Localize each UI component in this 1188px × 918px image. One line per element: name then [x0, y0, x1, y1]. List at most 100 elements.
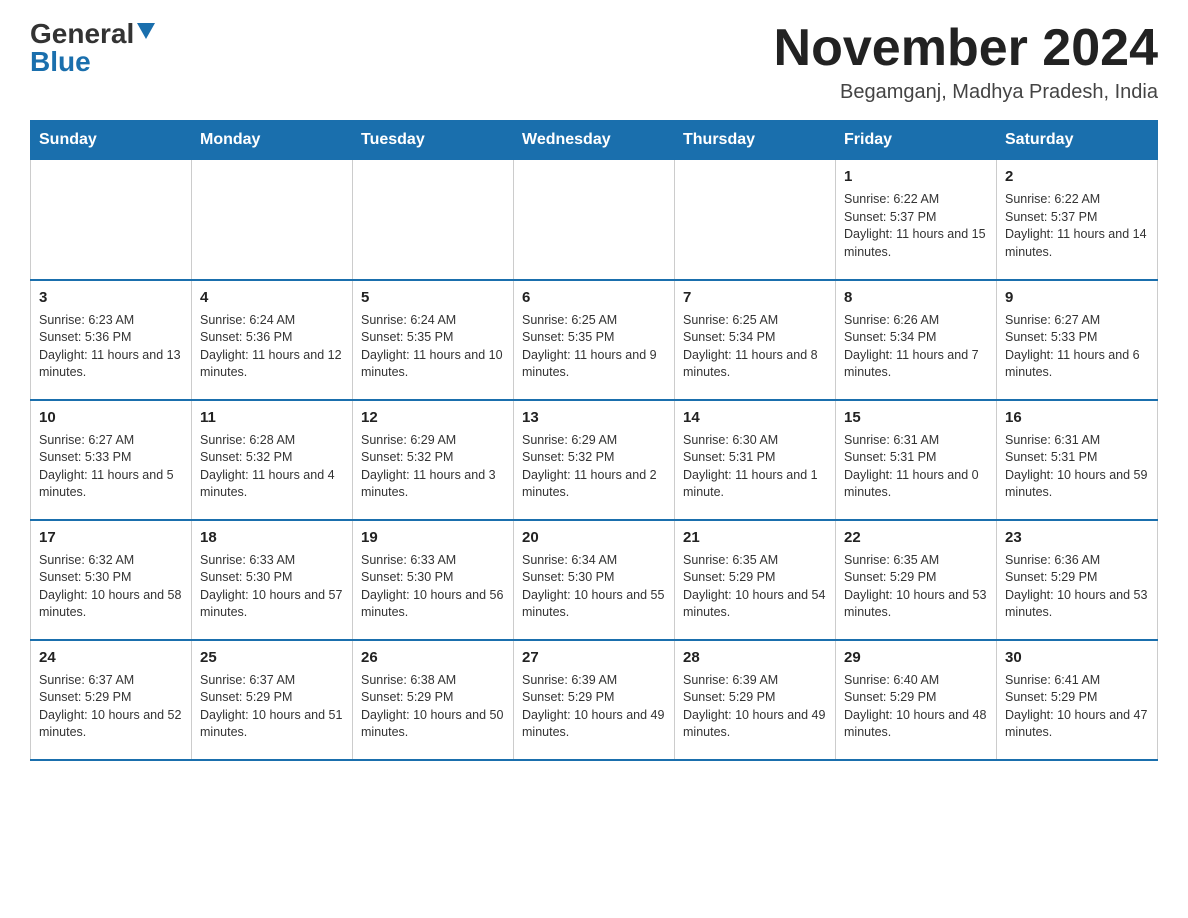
day-number: 22: [844, 527, 988, 548]
calendar-week-row: 24 Sunrise: 6:37 AM Sunset: 5:29 PM Dayli…: [31, 640, 1158, 760]
day-number: 19: [361, 527, 505, 548]
calendar-cell: 19 Sunrise: 6:33 AM Sunset: 5:30 PM Dayli…: [353, 520, 514, 640]
calendar-cell: 22 Sunrise: 6:35 AM Sunset: 5:29 PM Dayli…: [836, 520, 997, 640]
calendar-cell: 16 Sunrise: 6:31 AM Sunset: 5:31 PM Dayli…: [997, 400, 1158, 520]
day-number: 29: [844, 647, 988, 668]
calendar-cell: 18 Sunrise: 6:33 AM Sunset: 5:30 PM Dayli…: [192, 520, 353, 640]
calendar-cell: 21 Sunrise: 6:35 AM Sunset: 5:29 PM Dayli…: [675, 520, 836, 640]
calendar-cell: 3 Sunrise: 6:23 AM Sunset: 5:36 PM Daylig…: [31, 280, 192, 400]
day-number: 25: [200, 647, 344, 668]
day-info: Sunrise: 6:29 AM Sunset: 5:32 PM Dayligh…: [522, 432, 666, 502]
day-info: Sunrise: 6:36 AM Sunset: 5:29 PM Dayligh…: [1005, 552, 1149, 622]
calendar-table: SundayMondayTuesdayWednesdayThursdayFrid…: [30, 120, 1158, 761]
calendar-cell: 27 Sunrise: 6:39 AM Sunset: 5:29 PM Dayli…: [514, 640, 675, 760]
day-info: Sunrise: 6:26 AM Sunset: 5:34 PM Dayligh…: [844, 312, 988, 382]
day-number: 18: [200, 527, 344, 548]
day-info: Sunrise: 6:27 AM Sunset: 5:33 PM Dayligh…: [1005, 312, 1149, 382]
day-number: 8: [844, 287, 988, 308]
day-info: Sunrise: 6:25 AM Sunset: 5:35 PM Dayligh…: [522, 312, 666, 382]
day-info: Sunrise: 6:32 AM Sunset: 5:30 PM Dayligh…: [39, 552, 183, 622]
calendar-cell: 17Sunrise: 6:32 AM Sunset: 5:30 PM Dayli…: [31, 520, 192, 640]
calendar-cell: [31, 160, 192, 280]
logo-general-text: General: [30, 20, 134, 48]
calendar-cell: 23Sunrise: 6:36 AM Sunset: 5:29 PM Dayli…: [997, 520, 1158, 640]
day-number: 21: [683, 527, 827, 548]
day-number: 10: [39, 407, 183, 428]
calendar-cell: 10 Sunrise: 6:27 AM Sunset: 5:33 PM Dayli…: [31, 400, 192, 520]
day-number: 14: [683, 407, 827, 428]
calendar-cell: 2 Sunrise: 6:22 AM Sunset: 5:37 PM Daylig…: [997, 160, 1158, 280]
day-of-week-header: Thursday: [675, 121, 836, 160]
day-number: 15: [844, 407, 988, 428]
day-info: Sunrise: 6:39 AM Sunset: 5:29 PM Dayligh…: [522, 672, 666, 742]
month-year-title: November 2024: [774, 20, 1158, 77]
day-info: Sunrise: 6:35 AM Sunset: 5:29 PM Dayligh…: [683, 552, 827, 622]
day-of-week-header: Sunday: [31, 121, 192, 160]
day-number: 26: [361, 647, 505, 668]
day-number: 7: [683, 287, 827, 308]
calendar-cell: 13 Sunrise: 6:29 AM Sunset: 5:32 PM Dayli…: [514, 400, 675, 520]
calendar-cell: 30Sunrise: 6:41 AM Sunset: 5:29 PM Dayli…: [997, 640, 1158, 760]
calendar-cell: 9 Sunrise: 6:27 AM Sunset: 5:33 PM Daylig…: [997, 280, 1158, 400]
calendar-cell: [353, 160, 514, 280]
calendar-cell: 29 Sunrise: 6:40 AM Sunset: 5:29 PM Dayli…: [836, 640, 997, 760]
day-number: 20: [522, 527, 666, 548]
day-info: Sunrise: 6:34 AM Sunset: 5:30 PM Dayligh…: [522, 552, 666, 622]
day-number: 30: [1005, 647, 1149, 668]
day-number: 13: [522, 407, 666, 428]
day-info: Sunrise: 6:22 AM Sunset: 5:37 PM Dayligh…: [1005, 191, 1149, 261]
day-info: Sunrise: 6:33 AM Sunset: 5:30 PM Dayligh…: [361, 552, 505, 622]
day-info: Sunrise: 6:31 AM Sunset: 5:31 PM Dayligh…: [1005, 432, 1149, 502]
day-of-week-header: Monday: [192, 121, 353, 160]
calendar-cell: [514, 160, 675, 280]
calendar-week-row: 17Sunrise: 6:32 AM Sunset: 5:30 PM Dayli…: [31, 520, 1158, 640]
day-info: Sunrise: 6:29 AM Sunset: 5:32 PM Dayligh…: [361, 432, 505, 502]
calendar-cell: 20 Sunrise: 6:34 AM Sunset: 5:30 PM Dayli…: [514, 520, 675, 640]
calendar-cell: 6 Sunrise: 6:25 AM Sunset: 5:35 PM Daylig…: [514, 280, 675, 400]
day-info: Sunrise: 6:28 AM Sunset: 5:32 PM Dayligh…: [200, 432, 344, 502]
calendar-week-row: 3 Sunrise: 6:23 AM Sunset: 5:36 PM Daylig…: [31, 280, 1158, 400]
title-block: November 2024 Begamganj, Madhya Pradesh,…: [774, 20, 1158, 104]
day-info: Sunrise: 6:35 AM Sunset: 5:29 PM Dayligh…: [844, 552, 988, 622]
logo-blue-text: Blue: [30, 48, 91, 76]
calendar-cell: [192, 160, 353, 280]
location-text: Begamganj, Madhya Pradesh, India: [774, 81, 1158, 104]
day-info: Sunrise: 6:40 AM Sunset: 5:29 PM Dayligh…: [844, 672, 988, 742]
page-header: General Blue November 2024 Begamganj, Ma…: [30, 20, 1158, 104]
calendar-cell: 4Sunrise: 6:24 AM Sunset: 5:36 PM Daylig…: [192, 280, 353, 400]
day-of-week-header: Wednesday: [514, 121, 675, 160]
calendar-cell: 1 Sunrise: 6:22 AM Sunset: 5:37 PM Daylig…: [836, 160, 997, 280]
calendar-cell: 12 Sunrise: 6:29 AM Sunset: 5:32 PM Dayli…: [353, 400, 514, 520]
day-info: Sunrise: 6:24 AM Sunset: 5:35 PM Dayligh…: [361, 312, 505, 382]
day-number: 2: [1005, 166, 1149, 187]
day-number: 24: [39, 647, 183, 668]
day-number: 1: [844, 166, 988, 187]
calendar-cell: 8 Sunrise: 6:26 AM Sunset: 5:34 PM Daylig…: [836, 280, 997, 400]
day-info: Sunrise: 6:39 AM Sunset: 5:29 PM Dayligh…: [683, 672, 827, 742]
day-info: Sunrise: 6:33 AM Sunset: 5:30 PM Dayligh…: [200, 552, 344, 622]
logo: General Blue: [30, 20, 155, 76]
day-number: 27: [522, 647, 666, 668]
calendar-cell: 11 Sunrise: 6:28 AM Sunset: 5:32 PM Dayli…: [192, 400, 353, 520]
day-number: 6: [522, 287, 666, 308]
logo-triangle-icon: [137, 23, 155, 41]
day-info: Sunrise: 6:27 AM Sunset: 5:33 PM Dayligh…: [39, 432, 183, 502]
day-info: Sunrise: 6:25 AM Sunset: 5:34 PM Dayligh…: [683, 312, 827, 382]
day-number: 3: [39, 287, 183, 308]
day-info: Sunrise: 6:30 AM Sunset: 5:31 PM Dayligh…: [683, 432, 827, 502]
calendar-week-row: 10 Sunrise: 6:27 AM Sunset: 5:33 PM Dayli…: [31, 400, 1158, 520]
day-info: Sunrise: 6:31 AM Sunset: 5:31 PM Dayligh…: [844, 432, 988, 502]
calendar-cell: 7 Sunrise: 6:25 AM Sunset: 5:34 PM Daylig…: [675, 280, 836, 400]
day-of-week-header: Friday: [836, 121, 997, 160]
day-info: Sunrise: 6:24 AM Sunset: 5:36 PM Dayligh…: [200, 312, 344, 382]
day-number: 11: [200, 407, 344, 428]
day-number: 16: [1005, 407, 1149, 428]
day-info: Sunrise: 6:38 AM Sunset: 5:29 PM Dayligh…: [361, 672, 505, 742]
day-of-week-header: Tuesday: [353, 121, 514, 160]
day-number: 9: [1005, 287, 1149, 308]
day-info: Sunrise: 6:23 AM Sunset: 5:36 PM Dayligh…: [39, 312, 183, 382]
day-info: Sunrise: 6:22 AM Sunset: 5:37 PM Dayligh…: [844, 191, 988, 261]
calendar-cell: 28Sunrise: 6:39 AM Sunset: 5:29 PM Dayli…: [675, 640, 836, 760]
day-info: Sunrise: 6:37 AM Sunset: 5:29 PM Dayligh…: [200, 672, 344, 742]
day-number: 12: [361, 407, 505, 428]
